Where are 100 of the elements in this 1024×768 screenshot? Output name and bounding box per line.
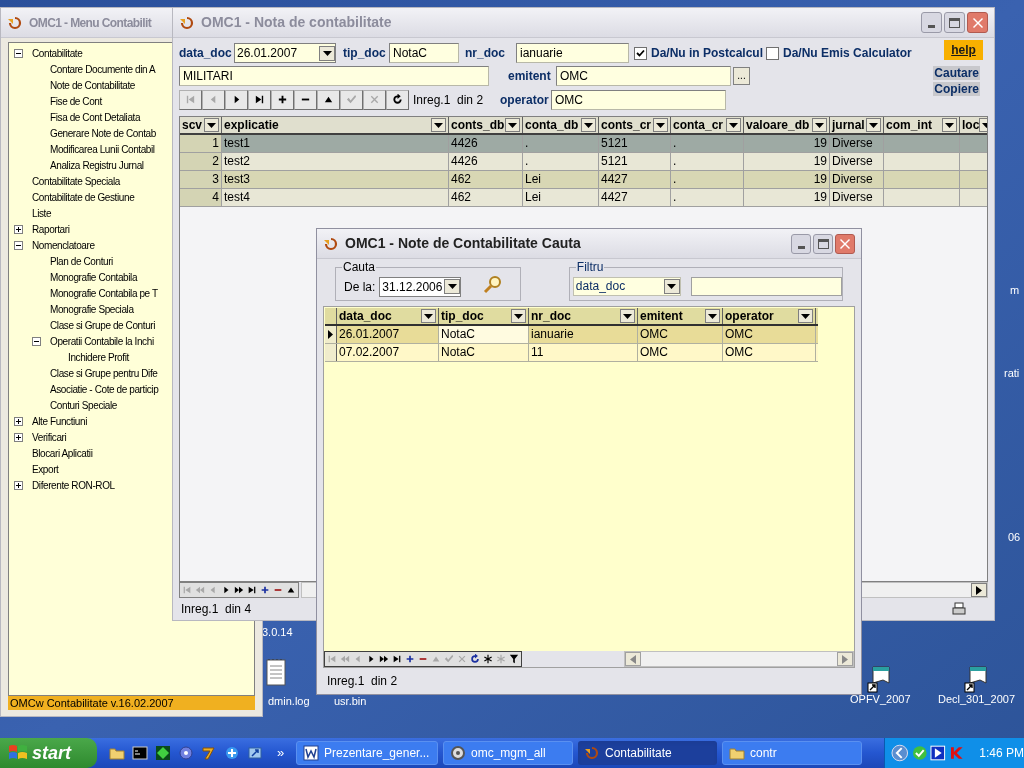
filter-input-field[interactable] (690, 276, 842, 296)
shortcut-file-icon[interactable] (963, 665, 990, 693)
column-header[interactable]: explicatie (222, 117, 449, 133)
printer-icon[interactable] (952, 602, 966, 616)
tree-item[interactable]: Export (32, 461, 59, 477)
taskbar-button[interactable]: Prezentare_gener... (296, 741, 438, 765)
table-row[interactable]: 3 test3 462 Lei 4427 . 19 Diverse (180, 171, 987, 189)
last-record-icon[interactable] (392, 654, 402, 664)
tree-item[interactable]: Contare Documente din A (50, 61, 156, 77)
next-page-icon[interactable] (379, 654, 389, 664)
column-header[interactable]: conts_db (449, 117, 523, 133)
tree-item[interactable]: Monografie Speciala (50, 301, 134, 317)
dropdown-button[interactable] (798, 309, 813, 323)
minimize-button[interactable] (791, 233, 811, 254)
table-row[interactable]: 07.02.2007 NotaC 11 OMC OMC (325, 344, 818, 362)
table-row[interactable]: 4 test4 462 Lei 4427 . 19 Diverse (180, 189, 987, 207)
table-row[interactable]: 26.01.2007 NotaC ianuarie OMC OMC (325, 326, 818, 344)
navigator-button[interactable] (271, 89, 294, 110)
table-row[interactable]: 1 test1 4426 . 5121 . 19 Diverse (180, 135, 987, 153)
close-button[interactable] (967, 12, 988, 33)
help-button[interactable]: help (944, 40, 983, 60)
dropdown-button[interactable] (204, 118, 219, 132)
expand-toggle[interactable] (14, 432, 23, 442)
dropdown[interactable]: data_doc (572, 276, 681, 296)
expand-toggle[interactable] (14, 416, 23, 426)
next-icon[interactable] (221, 585, 231, 595)
dropdown-button[interactable] (421, 309, 436, 323)
seven-shape-icon[interactable] (201, 745, 217, 761)
tree-item[interactable]: Clase si Grupe pentru Dife (50, 365, 158, 381)
column-header[interactable]: loc (960, 117, 987, 133)
column-header[interactable]: valoare_db (744, 117, 830, 133)
collapse-toggle[interactable] (32, 336, 41, 346)
collapse-toggle[interactable] (14, 240, 23, 250)
tree-item[interactable]: Nomenclatoare (32, 237, 95, 253)
tree-item[interactable]: Monografie Contabila pe T (50, 285, 158, 301)
tree-item[interactable]: Asociatie - Cote de particip (50, 381, 159, 397)
column-header[interactable]: jurnal (830, 117, 884, 133)
dropdown-button[interactable] (444, 279, 461, 294)
navigator-button[interactable] (225, 89, 248, 110)
asterisk-icon[interactable] (483, 654, 493, 664)
text-field[interactable]: ianuarie (516, 43, 629, 63)
notepad-file-icon[interactable] (266, 658, 286, 686)
search-icon[interactable] (483, 275, 504, 295)
column-header[interactable]: com_int (884, 117, 960, 133)
tree-item[interactable]: Diferente RON-ROL (32, 477, 115, 493)
dropdown-button[interactable] (705, 309, 720, 323)
navigator-button[interactable] (386, 89, 409, 110)
scroll-right-button[interactable] (971, 583, 987, 597)
column-header[interactable]: conta_db (523, 117, 599, 133)
tree-item[interactable]: Blocari Aplicatii (32, 445, 93, 461)
desktop-icon-label[interactable]: 3.0.14 (262, 626, 293, 639)
tree-item[interactable]: Plan de Conturi (50, 253, 113, 269)
checkbox[interactable] (766, 46, 780, 60)
dropdown-button[interactable] (726, 118, 741, 132)
play-icon[interactable] (930, 745, 946, 761)
maximize-button[interactable] (813, 233, 833, 254)
desktop-icon-label[interactable]: 06 (1008, 531, 1021, 544)
column-header[interactable]: operator (723, 308, 816, 324)
tree-item[interactable]: Raportari (32, 221, 70, 237)
taskbar-button[interactable]: contr (722, 741, 862, 765)
tree-item[interactable]: Alte Functiuni (32, 413, 87, 429)
refresh-icon[interactable] (470, 654, 480, 664)
horizontal-scrollbar[interactable] (624, 651, 854, 667)
dropdown-button[interactable] (663, 278, 680, 294)
text-field[interactable]: MILITARI (179, 66, 489, 86)
expand-toggle[interactable] (14, 224, 23, 234)
column-header[interactable]: conta_cr (671, 117, 744, 133)
tree-item[interactable]: Contabilitate Speciala (32, 173, 120, 189)
maximize-button[interactable] (944, 12, 965, 33)
tree-item[interactable]: Conturi Speciale (50, 397, 117, 413)
column-header[interactable]: data_doc (337, 308, 439, 324)
tree-item[interactable]: Operatii Contabile la Inchi (50, 333, 154, 349)
overflow-chevron[interactable]: » (277, 743, 295, 763)
checkbox[interactable] (634, 46, 647, 60)
column-header[interactable]: conts_cr (599, 117, 671, 133)
tree-item[interactable]: Analiza Registru Jurnal (50, 157, 144, 173)
tree-item[interactable]: Verificari (32, 429, 67, 445)
up-triangle-icon[interactable] (323, 94, 334, 105)
dropdown-button[interactable] (812, 118, 827, 132)
column-header[interactable]: nr_doc (529, 308, 638, 324)
taskbar-button[interactable]: omc_mgm_all (443, 741, 573, 765)
dropdown-button[interactable] (942, 118, 957, 132)
last-record-icon[interactable] (254, 94, 265, 105)
desktop-icon-label[interactable]: dmin.log (268, 695, 310, 708)
column-header[interactable]: emitent (638, 308, 723, 324)
dropdown-button[interactable] (866, 118, 881, 132)
column-header[interactable]: tip_doc (439, 308, 529, 324)
diamond-icon[interactable] (155, 745, 171, 761)
text-field[interactable]: OMC (551, 89, 726, 110)
refresh-icon[interactable] (392, 94, 403, 105)
desktop-icon-label[interactable]: m (1010, 284, 1020, 297)
navigator-button[interactable] (248, 89, 271, 110)
tree-item[interactable]: Inchidere Profit (68, 349, 129, 365)
tree-item[interactable]: Fise de Cont (50, 93, 102, 109)
table-row[interactable]: 2 test2 4426 . 5121 . 19 Diverse (180, 153, 987, 171)
scroll-left-button[interactable] (625, 652, 641, 666)
last-record-icon[interactable] (247, 585, 257, 595)
terminal-icon[interactable] (132, 745, 148, 761)
dropdown-button[interactable] (511, 309, 526, 323)
desktop-icon-label[interactable]: usr.bin (334, 695, 367, 708)
